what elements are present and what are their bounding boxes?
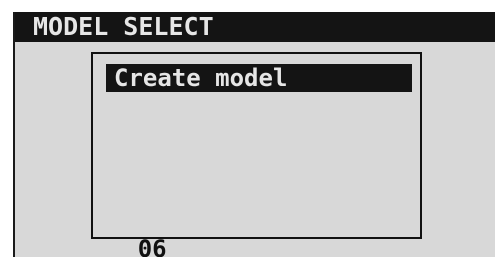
radio-lcd-screen: MODEL SELECT *01 02 03 04 05 06 Create m…	[0, 0, 495, 257]
screen-title: MODEL SELECT	[33, 12, 214, 41]
title-bar: MODEL SELECT	[13, 12, 495, 42]
create-model-menu-item[interactable]: Create model	[106, 64, 412, 92]
lcd-left-border	[13, 12, 15, 257]
lcd-display: MODEL SELECT *01 02 03 04 05 06 Create m…	[13, 12, 495, 257]
model-popup-menu: Create model	[91, 52, 422, 239]
